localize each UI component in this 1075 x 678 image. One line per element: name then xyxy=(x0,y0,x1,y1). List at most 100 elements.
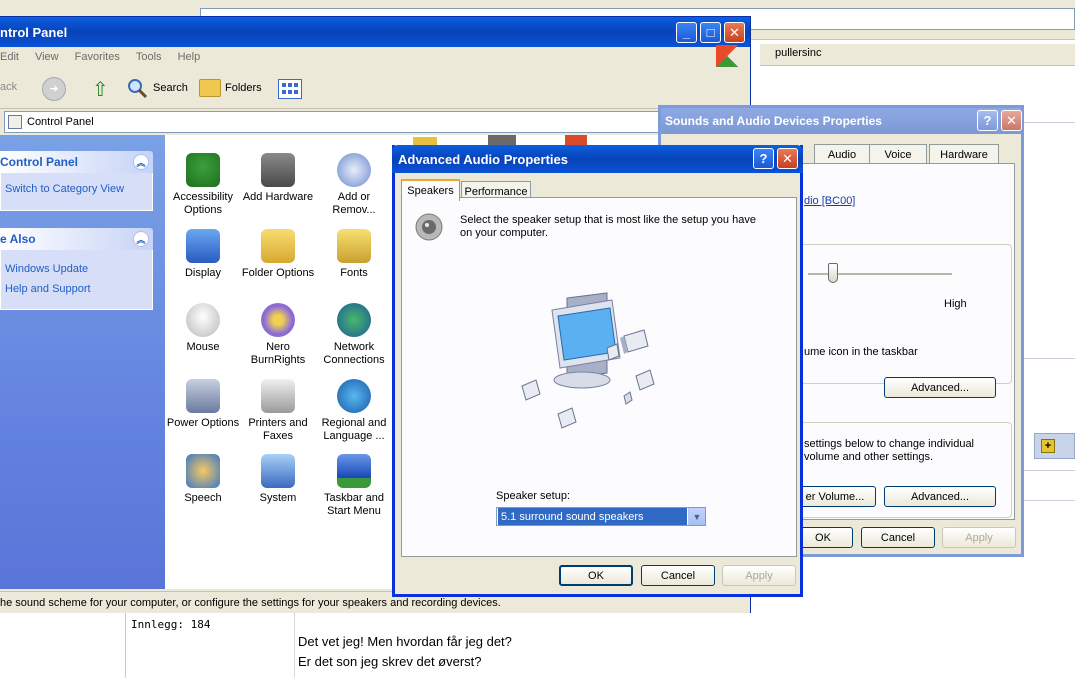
windows-update-link[interactable]: Windows Update xyxy=(5,263,88,275)
item-label: Power Options xyxy=(166,417,240,429)
apply-button[interactable]: Apply xyxy=(942,527,1016,548)
menu-edit[interactable]: Edit xyxy=(0,51,19,63)
speaker-setup-value: 5.1 surround sound speakers xyxy=(498,508,687,525)
item-folder-options[interactable]: Folder Options xyxy=(240,229,316,280)
post-text-line: Det vet jeg! Men hvordan får jeg det? xyxy=(298,634,512,649)
speech-icon xyxy=(186,454,220,488)
item-display[interactable]: Display xyxy=(165,229,241,280)
menu-view[interactable]: View xyxy=(35,51,59,63)
post-text-line: Er det son jeg skrev det øverst? xyxy=(298,654,482,669)
post-meta: Innlegg: 184 xyxy=(131,618,211,631)
add-hardware-icon xyxy=(261,153,295,187)
sounds-dialog-titlebar[interactable]: Sounds and Audio Devices Properties ? ✕ xyxy=(661,108,1022,134)
panel-header-see-also[interactable]: e Also ︽ xyxy=(0,228,153,250)
close-button[interactable]: ✕ xyxy=(777,148,798,169)
item-speech[interactable]: Speech xyxy=(165,454,241,505)
button-label: Cancel xyxy=(880,531,916,544)
nero-icon xyxy=(261,303,295,337)
minimize-button[interactable]: _ xyxy=(676,22,697,43)
window-title: ntrol Panel xyxy=(0,24,68,40)
item-label: Add Hardware xyxy=(242,191,314,203)
tab-label: Speakers xyxy=(407,185,454,197)
forum-right-strip xyxy=(1023,120,1075,610)
speakers-tab-content: Select the speaker setup that is most li… xyxy=(401,197,797,557)
item-label: Regional and Language ... xyxy=(321,417,387,442)
forward-icon[interactable]: ➜ xyxy=(42,77,66,101)
folders-button-label[interactable]: Folders xyxy=(225,82,262,94)
search-button-label[interactable]: Search xyxy=(153,82,188,94)
divider xyxy=(1023,358,1075,359)
tab-label: Hardware xyxy=(940,148,988,161)
chevron-down-icon[interactable]: ▼ xyxy=(688,508,705,525)
folders-icon[interactable] xyxy=(199,79,221,97)
tab-label: Performance xyxy=(464,185,528,198)
tab-speakers[interactable]: Speakers xyxy=(401,179,460,201)
back-button[interactable]: ack xyxy=(0,81,17,93)
menu-help[interactable]: Help xyxy=(178,51,201,63)
collapse-icon[interactable]: ︽ xyxy=(133,231,149,247)
tab-voice[interactable]: Voice xyxy=(869,144,927,164)
system-icon xyxy=(261,454,295,488)
item-nero-burnrights[interactable]: Nero BurnRights xyxy=(240,303,316,367)
address-bar[interactable]: Control Panel xyxy=(4,111,746,133)
search-icon[interactable] xyxy=(126,77,148,99)
item-fonts[interactable]: Fonts xyxy=(316,229,392,280)
apply-button[interactable]: Apply xyxy=(722,565,796,586)
help-button[interactable]: ? xyxy=(977,110,998,131)
item-regional-language[interactable]: Regional and Language ... xyxy=(316,379,392,443)
item-accessibility-options[interactable]: Accessibility Options xyxy=(165,153,241,217)
advanced-speaker-button[interactable]: Advanced... xyxy=(884,486,996,507)
forum-add-button[interactable]: + xyxy=(1034,433,1075,459)
item-taskbar-start-menu[interactable]: Taskbar and Start Menu xyxy=(316,454,392,518)
collapse-icon[interactable]: ︽ xyxy=(133,154,149,170)
tab-audio[interactable]: Audio xyxy=(814,144,870,164)
button-label: OK xyxy=(815,531,831,544)
ok-button[interactable]: OK xyxy=(559,565,633,586)
maximize-button[interactable]: □ xyxy=(700,22,721,43)
speaker-setup-label: Speaker setup: xyxy=(496,490,570,502)
network-icon xyxy=(337,303,371,337)
menu-tools[interactable]: Tools xyxy=(136,51,162,63)
tab-hardware[interactable]: Hardware xyxy=(929,144,999,164)
item-system[interactable]: System xyxy=(240,454,316,505)
task-pane: Control Panel ︽ Switch to Category View … xyxy=(0,135,165,589)
speaker-setup-select[interactable]: 5.1 surround sound speakers ▼ xyxy=(496,507,706,526)
panel-body: Switch to Category View xyxy=(0,173,153,211)
item-add-remove-programs[interactable]: Add or Remov... xyxy=(316,153,392,217)
cancel-button[interactable]: Cancel xyxy=(641,565,715,586)
up-folder-icon[interactable]: ⇧ xyxy=(92,77,112,101)
forum-post xyxy=(125,612,1075,678)
item-label: Add or Remov... xyxy=(332,191,376,216)
partial-item-icon xyxy=(565,135,587,145)
item-network-connections[interactable]: Network Connections xyxy=(316,303,392,367)
item-printers-faxes[interactable]: Printers and Faxes xyxy=(240,379,316,443)
help-button[interactable]: ? xyxy=(753,148,774,169)
speaker-volume-button[interactable]: er Volume... xyxy=(794,486,876,507)
views-icon[interactable] xyxy=(278,79,302,99)
button-label: Apply xyxy=(965,531,993,544)
advanced-volume-button[interactable]: Advanced... xyxy=(884,377,996,398)
item-mouse[interactable]: Mouse xyxy=(165,303,241,354)
item-label: Printers and Faxes xyxy=(248,417,308,442)
item-power-options[interactable]: Power Options xyxy=(165,379,241,430)
speaker-description: Select the speaker setup that is most li… xyxy=(460,214,756,239)
switch-category-view-link[interactable]: Switch to Category View xyxy=(5,183,124,195)
panel-header-control-panel[interactable]: Control Panel ︽ xyxy=(0,151,153,173)
advanced-dialog-titlebar[interactable]: Advanced Audio Properties ? ✕ xyxy=(392,145,803,173)
status-text: he sound scheme for your computer, or co… xyxy=(0,596,501,609)
tab-label: Audio xyxy=(827,148,857,161)
forum-username[interactable]: pullersinc xyxy=(775,47,821,59)
cancel-button[interactable]: Cancel xyxy=(861,527,935,548)
help-support-link[interactable]: Help and Support xyxy=(5,283,91,295)
taskbar-icon xyxy=(337,454,371,488)
close-button[interactable]: ✕ xyxy=(1001,110,1022,131)
menu-favorites[interactable]: Favorites xyxy=(75,51,120,63)
item-add-hardware[interactable]: Add Hardware xyxy=(240,153,316,204)
button-label: OK xyxy=(588,569,604,582)
close-button[interactable]: ✕ xyxy=(724,22,745,43)
device-name-link[interactable]: dio [BC00] xyxy=(804,195,855,207)
plus-icon: + xyxy=(1041,439,1055,453)
volume-slider-thumb[interactable] xyxy=(828,263,838,283)
divider xyxy=(1023,470,1075,471)
control-panel-titlebar[interactable]: ntrol Panel _ □ ✕ xyxy=(0,17,750,47)
